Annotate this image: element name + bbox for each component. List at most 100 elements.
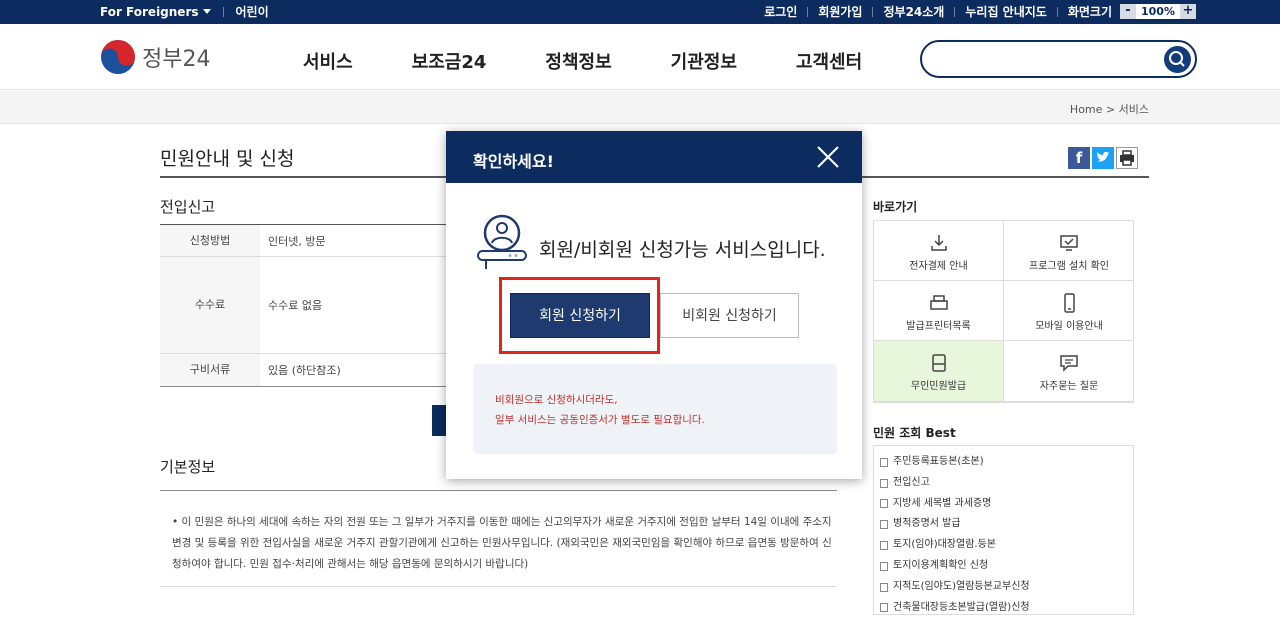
login-link[interactable]: 로그인 — [764, 3, 797, 20]
list-item[interactable]: 전입신고 — [880, 473, 1133, 494]
table-row: 수수료 수수료 없음 — [160, 257, 460, 354]
zoom-value: 100% — [1136, 4, 1180, 19]
document-icon — [880, 478, 888, 488]
member-apply-button[interactable]: 회원 신청하기 — [510, 293, 650, 338]
zoom-control: - 100% + — [1120, 4, 1196, 19]
list-item[interactable]: 토지(임야)대장열람.등본 — [880, 535, 1133, 556]
quicklink-label: 발급프린터목록 — [906, 321, 971, 332]
table-header-cell: 수수료 — [160, 257, 260, 353]
close-icon[interactable] — [816, 145, 840, 169]
quicklink-faq[interactable]: 자주묻는 질문 — [1004, 341, 1134, 402]
table-row: 신청방법 인터넷, 방문 — [160, 225, 460, 257]
document-icon — [880, 520, 888, 530]
list-item[interactable]: 지적도(임야도)열람등본교부신청 — [880, 577, 1133, 598]
info-table: 신청방법 인터넷, 방문 수수료 수수료 없음 구비서류 있음 (하단참조) — [160, 224, 460, 387]
notice-line: 일부 서비스는 공동인증서가 별도로 필요합니다. — [495, 414, 705, 426]
modal-title: 확인하세요! — [473, 152, 554, 171]
quicklink-printers[interactable]: 발급프린터목록 — [874, 281, 1004, 341]
screen-size-label: 화면크기 — [1067, 5, 1112, 19]
taegeuk-logo-icon — [101, 40, 135, 74]
list-item-label: 병적증명서 발급 — [893, 518, 961, 530]
document-icon — [880, 541, 888, 551]
site-header: 정부24 서비스 보조금24 정책정보 기관정보 고객센터 — [0, 24, 1280, 90]
document-icon — [880, 582, 888, 592]
nav-agency[interactable]: 기관정보 — [671, 48, 737, 74]
list-item-label: 주민등록표등본(초본) — [893, 456, 984, 467]
chevron-right-icon: > — [1105, 103, 1116, 116]
twitter-icon[interactable] — [1092, 147, 1114, 169]
page-title: 민원안내 및 신청 — [160, 148, 295, 170]
zoom-in-button[interactable]: + — [1180, 4, 1196, 19]
share-tools: f — [1068, 147, 1138, 169]
quicklinks-grid: 전자결제 안내 프로그램 설치 확인 발급프린터목록 모바일 이용안내 무인민원… — [873, 220, 1134, 403]
guest-apply-button[interactable]: 비회원 신청하기 — [660, 293, 799, 338]
search-button[interactable] — [1164, 46, 1191, 73]
quicklink-kiosk[interactable]: 무인민원발급 — [874, 341, 1004, 402]
table-cell: 인터넷, 방문 — [268, 234, 326, 248]
quicklink-label: 프로그램 설치 확인 — [1029, 261, 1109, 272]
printer-icon — [929, 295, 948, 310]
kids-link[interactable]: 어린이 — [236, 3, 269, 20]
list-item[interactable]: 토지이용계획확인 신청 — [880, 556, 1133, 577]
list-item-label: 토지(임야)대장열람.등본 — [893, 539, 996, 551]
confirm-modal: 확인하세요! 회원/비회원 신청가능 서비스입니다. 회원 신청하기 비회원 신… — [446, 131, 862, 479]
list-item-label: 지방세 세목별 과세증명 — [893, 497, 992, 509]
zoom-out-button[interactable]: - — [1120, 4, 1136, 19]
document-icon — [880, 457, 888, 467]
section-divider — [160, 586, 837, 587]
caret-down-icon[interactable] — [202, 9, 211, 14]
list-item[interactable]: 주민등록표등본(초본) — [880, 452, 1133, 473]
nav-services[interactable]: 서비스 — [303, 48, 353, 74]
quicklink-label: 전자결제 안내 — [909, 261, 968, 272]
table-cell: 있음 (하단참조) — [268, 364, 341, 377]
divider — [222, 6, 224, 17]
facebook-icon[interactable]: f — [1068, 147, 1090, 169]
section-title-move-in: 전입신고 — [160, 198, 216, 216]
section-title-basic-info: 기본정보 — [160, 458, 216, 476]
table-header-cell: 신청방법 — [160, 225, 260, 256]
print-icon[interactable] — [1116, 147, 1138, 169]
modal-notice: 비회원으로 신청하시더라도, 일부 서비스는 공동인증서가 별도로 필요합니다. — [473, 364, 837, 454]
best-title: 민원 조회 Best — [873, 426, 956, 440]
breadcrumb-home[interactable]: Home — [1070, 103, 1102, 116]
main-nav: 서비스 보조금24 정책정보 기관정보 고객센터 — [303, 48, 921, 74]
list-item[interactable]: 병적증명서 발급 — [880, 514, 1133, 535]
quicklink-label: 자주묻는 질문 — [1039, 381, 1099, 392]
nav-customer-center[interactable]: 고객센터 — [796, 48, 862, 74]
section-divider — [160, 490, 837, 491]
search-input[interactable] — [920, 40, 1197, 78]
divider — [1056, 6, 1058, 17]
nav-policy[interactable]: 정책정보 — [545, 48, 611, 74]
nav-subsidy24[interactable]: 보조금24 — [412, 48, 487, 74]
breadcrumb-current[interactable]: 서비스 — [1119, 103, 1149, 116]
quicklinks-title: 바로가기 — [873, 200, 918, 214]
list-item-label: 토지이용계획확인 신청 — [893, 559, 989, 571]
breadcrumb-band: Home > 서비스 — [0, 91, 1280, 124]
list-item[interactable]: 지방세 세목별 과세증명 — [880, 494, 1133, 515]
for-foreigners-link[interactable]: For Foreigners — [100, 5, 199, 19]
quicklink-mobile[interactable]: 모바일 이용안내 — [1004, 281, 1134, 341]
notice-line: 비회원으로 신청하시더라도, — [495, 394, 618, 406]
user-key-icon — [477, 214, 527, 269]
quicklink-label: 무인민원발급 — [910, 381, 967, 392]
mobile-icon — [1064, 293, 1075, 313]
signup-link[interactable]: 회원가입 — [818, 3, 862, 20]
table-cell: 수수료 없음 — [268, 299, 323, 312]
logo-text: 정부24 — [142, 47, 211, 72]
document-icon — [880, 561, 888, 571]
list-item[interactable]: 건축물대장등초본발급(열람)신청 — [880, 598, 1133, 618]
quicklink-payment[interactable]: 전자결제 안내 — [874, 221, 1004, 281]
logo[interactable]: 정부24 — [100, 39, 210, 75]
list-item-label: 건축물대장등초본발급(열람)신청 — [893, 601, 1030, 613]
chat-icon — [1060, 355, 1078, 372]
quicklink-label: 모바일 이용안내 — [1035, 321, 1103, 332]
monitor-icon — [1060, 235, 1078, 251]
quicklink-program-check[interactable]: 프로그램 설치 확인 — [1004, 221, 1134, 281]
modal-message: 회원/비회원 신청가능 서비스입니다. — [539, 239, 826, 261]
list-item-label: 전입신고 — [893, 476, 930, 488]
search-icon — [1169, 51, 1185, 67]
sitemap-link[interactable]: 누리집 안내지도 — [965, 3, 1046, 20]
about-link[interactable]: 정부24소개 — [883, 3, 944, 20]
best-list: 주민등록표등본(초본) 전입신고 지방세 세목별 과세증명 병적증명서 발급 토… — [873, 445, 1134, 615]
breadcrumb: Home > 서비스 — [1070, 101, 1149, 117]
